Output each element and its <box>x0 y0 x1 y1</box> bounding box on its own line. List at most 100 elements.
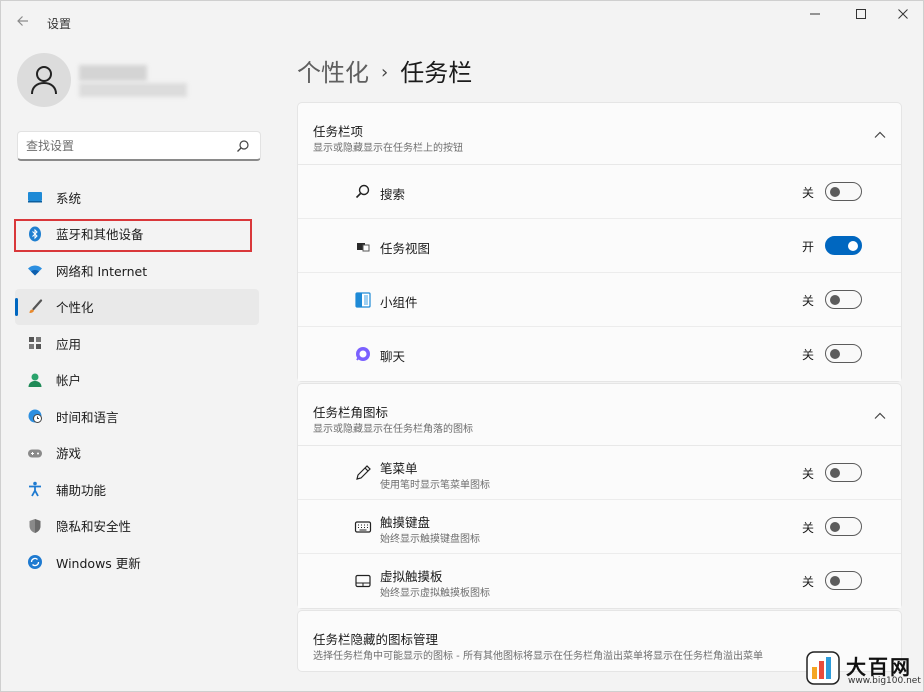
keyboard-icon <box>354 518 372 536</box>
gamepad-icon <box>27 445 43 461</box>
corner-icons-section: 任务栏角图标 显示或隐藏显示在任务栏角落的图标 笔菜单 使用笔时显示笔菜单图标 … <box>297 383 902 609</box>
bluetooth-icon <box>27 226 43 242</box>
minimize-button[interactable] <box>797 7 833 27</box>
page-title: 任务栏 <box>400 59 473 87</box>
accessibility-icon <box>27 481 43 497</box>
update-icon <box>27 554 43 570</box>
user-icon <box>31 66 57 95</box>
title-bar: 设置 <box>1 1 923 45</box>
back-arrow-icon[interactable] <box>13 13 33 33</box>
search-icon[interactable] <box>236 138 250 157</box>
toggle-state-text: 关 <box>802 186 815 200</box>
row-description: 始终显示虚拟触摸板图标 <box>380 588 490 599</box>
sidebar-item-personalization[interactable]: 个性化 <box>15 288 259 325</box>
apps-icon <box>27 335 43 351</box>
sidebar-item-label: Windows 更新 <box>56 555 141 571</box>
row-label: 笔菜单 <box>380 461 418 476</box>
sidebar-item-label: 蓝牙和其他设备 <box>56 227 144 243</box>
section-subtitle: 显示或隐藏显示在任务栏角落的图标 <box>313 424 473 435</box>
settings-window: 设置 系统 <box>0 0 924 692</box>
row-label: 虚拟触摸板 <box>380 569 443 584</box>
row-label: 任务视图 <box>380 241 431 256</box>
section-title: 任务栏角图标 <box>313 405 389 420</box>
blurred-account-name <box>79 65 187 99</box>
sidebar-item-apps[interactable]: 应用 <box>15 325 259 362</box>
sidebar-item-bluetooth[interactable]: 蓝牙和其他设备 <box>15 216 259 253</box>
sidebar-item-accounts[interactable]: 帐户 <box>15 362 259 399</box>
sidebar-item-accessibility[interactable]: 辅助功能 <box>15 471 259 508</box>
sidebar-item-label: 系统 <box>56 190 82 206</box>
widgets-toggle[interactable] <box>825 290 862 309</box>
row-label: 小组件 <box>380 295 418 310</box>
globe-clock-icon <box>27 408 43 424</box>
account-icon <box>27 372 43 388</box>
toggle-state-text: 关 <box>802 575 815 589</box>
toggle-state-text: 开 <box>802 240 815 254</box>
sidebar-nav: 系统 蓝牙和其他设备 网络和 Internet 个性化 应用 帐户 时间和语言 … <box>15 179 261 581</box>
close-button[interactable] <box>885 7 921 27</box>
sidebar-item-label: 个性化 <box>56 300 94 316</box>
toggle-state-text: 关 <box>802 294 815 308</box>
toggle-state-text: 关 <box>802 521 815 535</box>
toggle-state-text: 关 <box>802 348 815 362</box>
avatar[interactable] <box>17 53 71 107</box>
maximize-button[interactable] <box>843 7 879 27</box>
section-title: 任务栏隐藏的图标管理 <box>313 632 439 647</box>
chevron-up-icon[interactable] <box>873 127 887 141</box>
search-field[interactable] <box>17 131 261 161</box>
search-toggle[interactable] <box>825 182 862 201</box>
search-input[interactable] <box>26 136 226 156</box>
breadcrumb-separator: › <box>381 62 389 83</box>
row-label: 触摸键盘 <box>380 515 431 530</box>
taskbar-item-widgets-row: 小组件 关 <box>298 273 901 327</box>
row-label: 搜索 <box>380 187 406 202</box>
touch-keyboard-toggle[interactable] <box>825 517 862 536</box>
corner-icon-virtual-touchpad-row: 虚拟触摸板 始终显示虚拟触摸板图标 关 <box>298 554 901 608</box>
sidebar-item-system[interactable]: 系统 <box>15 179 259 216</box>
section-subtitle: 显示或隐藏显示在任务栏上的按钮 <box>313 143 463 154</box>
sidebar-item-label: 帐户 <box>56 373 82 389</box>
sidebar-item-label: 游戏 <box>56 446 82 462</box>
sidebar-item-label: 网络和 Internet <box>56 263 148 279</box>
sidebar-item-windows-update[interactable]: Windows 更新 <box>15 544 259 581</box>
sidebar-item-privacy[interactable]: 隐私和安全性 <box>15 508 259 545</box>
corner-icon-touch-keyboard-row: 触摸键盘 始终显示触摸键盘图标 关 <box>298 500 901 554</box>
section-title: 任务栏项 <box>313 124 364 139</box>
task-view-toggle[interactable] <box>825 236 862 255</box>
breadcrumb: 个性化 › 任务栏 <box>297 53 472 88</box>
corner-icon-pen-menu-row: 笔菜单 使用笔时显示笔菜单图标 关 <box>298 446 901 500</box>
selected-indicator <box>15 297 18 316</box>
chat-toggle[interactable] <box>825 344 862 363</box>
pen-icon <box>354 464 372 482</box>
taskbar-items-header[interactable]: 任务栏项 显示或隐藏显示在任务栏上的按钮 <box>298 103 901 165</box>
search-icon <box>354 183 372 201</box>
sidebar-item-label: 隐私和安全性 <box>56 519 132 535</box>
taskbar-item-taskview-row: 任务视图 开 <box>298 219 901 273</box>
row-label: 聊天 <box>380 349 406 364</box>
watermark-logo <box>806 651 840 685</box>
widgets-icon <box>354 291 372 309</box>
pen-menu-toggle[interactable] <box>825 463 862 482</box>
corner-icons-header[interactable]: 任务栏角图标 显示或隐藏显示在任务栏角落的图标 <box>298 384 901 446</box>
watermark: 大百网 www.big100.net <box>806 649 921 689</box>
taskbar-item-chat-row: 聊天 关 <box>298 327 901 381</box>
touchpad-icon <box>354 572 372 590</box>
wifi-icon <box>27 262 43 278</box>
sidebar-item-network[interactable]: 网络和 Internet <box>15 252 259 289</box>
breadcrumb-parent[interactable]: 个性化 <box>297 59 369 87</box>
row-description: 使用笔时显示笔菜单图标 <box>380 480 490 491</box>
app-title: 设置 <box>47 17 72 31</box>
shield-icon <box>27 518 43 534</box>
chevron-up-icon[interactable] <box>873 408 887 422</box>
taskbar-items-section: 任务栏项 显示或隐藏显示在任务栏上的按钮 搜索 关 任务视图 开 小组件 关 聊… <box>297 102 902 382</box>
sidebar-item-time-language[interactable]: 时间和语言 <box>15 398 259 435</box>
virtual-touchpad-toggle[interactable] <box>825 571 862 590</box>
sidebar-item-label: 辅助功能 <box>56 482 107 498</box>
task-view-icon <box>354 237 372 255</box>
taskbar-item-search-row: 搜索 关 <box>298 165 901 219</box>
sidebar-item-label: 时间和语言 <box>56 409 119 425</box>
sidebar-item-gaming[interactable]: 游戏 <box>15 435 259 472</box>
sidebar-item-label: 应用 <box>56 336 82 352</box>
system-icon <box>27 189 43 205</box>
toggle-state-text: 关 <box>802 467 815 481</box>
